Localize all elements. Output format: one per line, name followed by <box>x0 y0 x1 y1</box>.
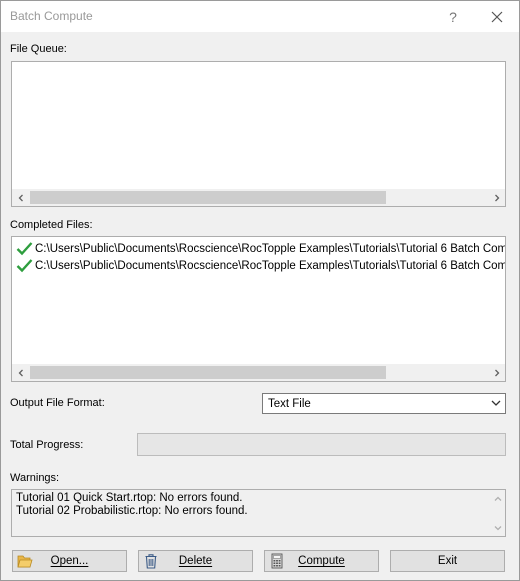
exit-button-label: Exit <box>437 555 458 567</box>
file-queue-list[interactable] <box>11 61 506 207</box>
close-button[interactable] <box>477 1 517 32</box>
total-progress-bar <box>137 433 506 456</box>
warning-line: Tutorial 01 Quick Start.rtop: No errors … <box>16 492 243 504</box>
calculator-icon <box>271 553 283 569</box>
open-button-label: Open... <box>50 555 89 567</box>
warnings-label: Warnings: <box>10 472 60 484</box>
list-item[interactable]: C:\Users\Public\Documents\Rocscience\Roc… <box>16 257 506 274</box>
chevron-left-icon <box>18 369 23 376</box>
list-item[interactable]: C:\Users\Public\Documents\Rocscience\Roc… <box>16 240 506 257</box>
completed-file-path: C:\Users\Public\Documents\Rocscience\Roc… <box>35 259 506 272</box>
trash-icon <box>145 554 157 569</box>
completed-file-path: C:\Users\Public\Documents\Rocscience\Roc… <box>35 242 506 255</box>
completed-files-list[interactable]: C:\Users\Public\Documents\Rocscience\Roc… <box>11 236 506 382</box>
title-bar: Batch Compute ? <box>1 1 519 32</box>
compute-button-label: Compute <box>298 555 345 567</box>
batch-compute-dialog: Batch Compute ? File Queue: Completed Fi… <box>0 0 520 581</box>
file-queue-hscrollbar[interactable] <box>12 189 505 206</box>
open-button[interactable]: Open... <box>12 550 127 572</box>
scroll-right-button[interactable] <box>488 364 505 381</box>
warnings-textbox[interactable]: Tutorial 01 Quick Start.rtop: No errors … <box>11 489 506 537</box>
scroll-right-button[interactable] <box>488 189 505 206</box>
close-icon <box>491 11 503 22</box>
chevron-left-icon <box>18 194 23 201</box>
scroll-left-button[interactable] <box>12 364 29 381</box>
chevron-right-icon <box>494 369 499 376</box>
scroll-thumb[interactable] <box>30 191 386 204</box>
compute-button[interactable]: Compute <box>264 550 379 572</box>
help-button[interactable]: ? <box>433 1 473 32</box>
chevron-down-icon <box>494 525 501 530</box>
chevron-right-icon <box>494 194 499 201</box>
scroll-thumb[interactable] <box>30 366 386 379</box>
folder-icon <box>17 555 33 568</box>
completed-files-label: Completed Files: <box>10 219 93 231</box>
scroll-down-button[interactable] <box>489 519 506 536</box>
scroll-left-button[interactable] <box>12 189 29 206</box>
warning-line: Tutorial 02 Probabilistic.rtop: No error… <box>16 505 248 517</box>
total-progress-label: Total Progress: <box>10 439 84 451</box>
output-format-label: Output File Format: <box>10 397 105 409</box>
file-queue-label: File Queue: <box>10 43 67 55</box>
delete-button-label: Delete <box>178 555 213 567</box>
warnings-vscrollbar[interactable] <box>488 490 505 536</box>
scroll-up-button[interactable] <box>489 490 506 507</box>
completed-files-hscrollbar[interactable] <box>12 364 505 381</box>
window-title: Batch Compute <box>10 9 93 23</box>
delete-button[interactable]: Delete <box>138 550 253 572</box>
chevron-up-icon <box>494 496 501 501</box>
checkmark-icon <box>16 242 33 256</box>
output-format-value: Text File <box>268 397 311 410</box>
exit-button[interactable]: Exit <box>390 550 505 572</box>
output-format-select[interactable]: Text File <box>262 393 506 414</box>
checkmark-icon <box>16 259 33 273</box>
chevron-down-icon <box>491 400 501 406</box>
